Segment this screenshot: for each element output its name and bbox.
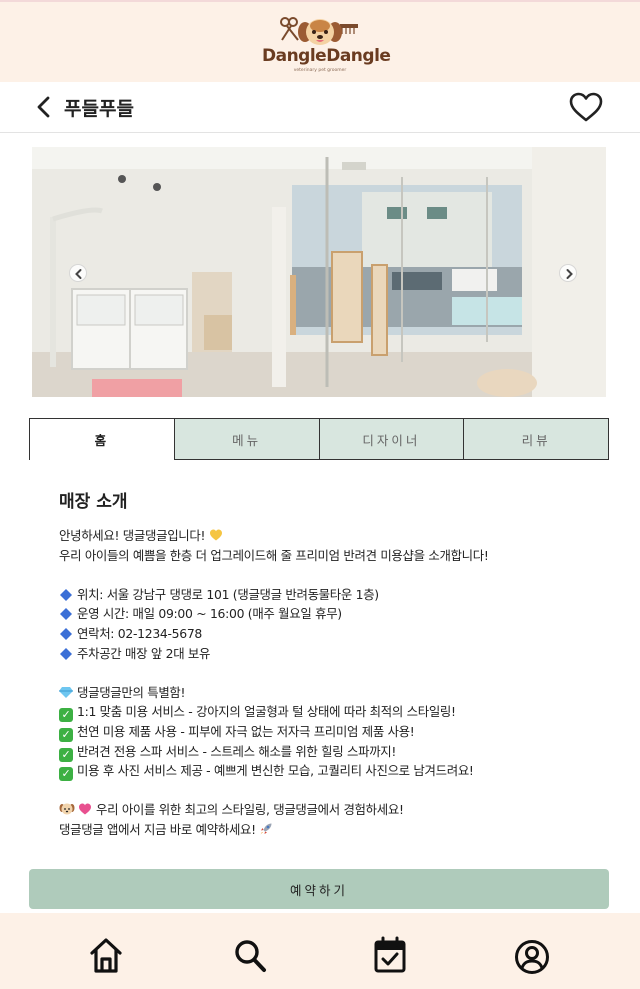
search-icon bbox=[235, 940, 266, 972]
info-item: 연락처: 02-1234-5678 bbox=[59, 624, 599, 644]
reserve-button[interactable]: 예약하기 bbox=[29, 869, 609, 909]
cta-text: 댕글댕글 앱에서 지금 바로 예약하세요! bbox=[59, 821, 256, 837]
rocket-icon bbox=[260, 823, 272, 835]
check-mark-icon: ✓ bbox=[59, 767, 73, 782]
store-tabs: 홈 메뉴 디자이너 리뷰 bbox=[29, 418, 609, 460]
feature-text: 미용 후 사진 서비스 제공 - 예쁘게 변신한 모습, 고퀄리티 사진으로 남… bbox=[77, 763, 474, 779]
yellow-heart-icon bbox=[209, 529, 222, 541]
nav-booking-button[interactable] bbox=[372, 935, 408, 975]
favorite-button[interactable] bbox=[568, 91, 604, 123]
sparkling-heart-icon bbox=[79, 803, 91, 815]
section-title: 매장 소개 bbox=[59, 492, 128, 512]
feature-item: ✓ 미용 후 사진 서비스 제공 - 예쁘게 변신한 모습, 고퀄리티 사진으로 … bbox=[59, 761, 599, 782]
tab-menu[interactable]: 메뉴 bbox=[173, 418, 320, 460]
back-button[interactable] bbox=[32, 94, 58, 120]
carousel-next-button[interactable] bbox=[559, 264, 577, 282]
blue-diamond-icon bbox=[60, 608, 72, 621]
info-item: 주차공간 매장 앞 2대 보유 bbox=[59, 644, 599, 664]
info-item: 운영 시간: 매일 09:00 ~ 16:00 (매주 월요일 휴무) bbox=[59, 604, 599, 624]
greeting-line: 안녕하세요! 댕글댕글입니다! bbox=[59, 526, 599, 546]
info-text: 연락처: 02-1234-5678 bbox=[77, 625, 202, 641]
feature-item: ✓ 반려견 전용 스파 서비스 - 스트레스 해소를 위한 힐링 스파까지! bbox=[59, 742, 599, 762]
tab-home[interactable]: 홈 bbox=[29, 418, 175, 460]
feature-item: ✓ 천연 미용 제품 사용 - 피부에 자극 없는 저자극 프리미엄 제품 사용! bbox=[59, 722, 599, 742]
info-text: 주차공간 매장 앞 2대 보유 bbox=[77, 645, 211, 661]
check-mark-icon: ✓ bbox=[59, 747, 73, 762]
feature-text: 1:1 맞춤 미용 서비스 - 강아지의 얼굴형과 털 상태에 따라 최적의 스… bbox=[77, 704, 456, 720]
brand-tagline: veterinary pet groomer bbox=[293, 68, 347, 73]
subtitle-line: 우리 아이들의 예쁨을 한층 더 업그레이드해 줄 프리미엄 반려견 미용샵을 … bbox=[59, 547, 489, 563]
chevron-left-icon bbox=[75, 269, 82, 279]
chevron-right-icon bbox=[566, 269, 573, 279]
blue-diamond-icon bbox=[60, 588, 72, 601]
special-title-line: 댕글댕글만의 특별함! bbox=[59, 683, 599, 703]
info-text: 운영 시간: 매일 09:00 ~ 16:00 (매주 월요일 휴무) bbox=[77, 606, 342, 622]
store-photo-carousel[interactable] bbox=[32, 147, 606, 397]
nav-search-button[interactable] bbox=[232, 935, 268, 975]
nav-profile-button[interactable] bbox=[514, 935, 550, 975]
feature-text: 천연 미용 제품 사용 - 피부에 자극 없는 저자극 프리미엄 제품 사용! bbox=[77, 723, 415, 739]
feature-text: 반려견 전용 스파 서비스 - 스트레스 해소를 위한 힐링 스파까지! bbox=[77, 743, 397, 759]
store-interior-photo bbox=[32, 147, 606, 397]
gem-icon bbox=[59, 686, 73, 698]
home-icon bbox=[90, 938, 122, 973]
store-description: 안녕하세요! 댕글댕글입니다! 우리 아이들의 예쁨을 한층 더 업그레이드해 … bbox=[59, 526, 599, 840]
dog-face-icon bbox=[59, 803, 75, 815]
closing-line: 우리 아이를 위한 최고의 스타일링, 댕글댕글에서 경험하세요! bbox=[59, 800, 599, 820]
info-item: 위치: 서울 강남구 댕댕로 101 (댕글댕글 반려동물타운 1층) bbox=[59, 585, 599, 605]
cta-line: 댕글댕글 앱에서 지금 바로 예약하세요! bbox=[59, 820, 599, 840]
blue-diamond-icon bbox=[60, 627, 72, 640]
tab-designer[interactable]: 디자이너 bbox=[318, 418, 465, 460]
feature-item: ✓ 1:1 맞춤 미용 서비스 - 강아지의 얼굴형과 털 상태에 따라 최적의 … bbox=[59, 702, 599, 723]
nav-home-button[interactable] bbox=[88, 935, 124, 975]
closing-text: 우리 아이를 위한 최고의 스타일링, 댕글댕글에서 경험하세요! bbox=[96, 802, 404, 818]
bottom-navigation bbox=[0, 913, 640, 989]
chevron-left-icon bbox=[37, 96, 50, 118]
store-titlebar: 푸들푸들 bbox=[0, 82, 640, 133]
special-title: 댕글댕글만의 특별함! bbox=[77, 684, 186, 700]
info-text: 위치: 서울 강남구 댕댕로 101 (댕글댕글 반려동물타운 1층) bbox=[77, 586, 379, 602]
store-name: 푸들푸들 bbox=[64, 98, 134, 120]
tab-review[interactable]: 리뷰 bbox=[463, 418, 609, 460]
greeting-text: 안녕하세요! 댕글댕글입니다! bbox=[59, 528, 206, 543]
user-circle-icon bbox=[515, 940, 549, 974]
blue-diamond-icon bbox=[60, 647, 72, 660]
check-mark-icon: ✓ bbox=[59, 727, 73, 742]
calendar-check-icon bbox=[374, 936, 406, 973]
heart-outline-icon bbox=[569, 92, 603, 122]
check-mark-icon: ✓ bbox=[59, 708, 73, 723]
brand-wordmark: DangleDangle bbox=[262, 46, 391, 66]
carousel-prev-button[interactable] bbox=[69, 264, 87, 282]
app-header: DangleDangle veterinary pet groomer bbox=[0, 0, 640, 82]
